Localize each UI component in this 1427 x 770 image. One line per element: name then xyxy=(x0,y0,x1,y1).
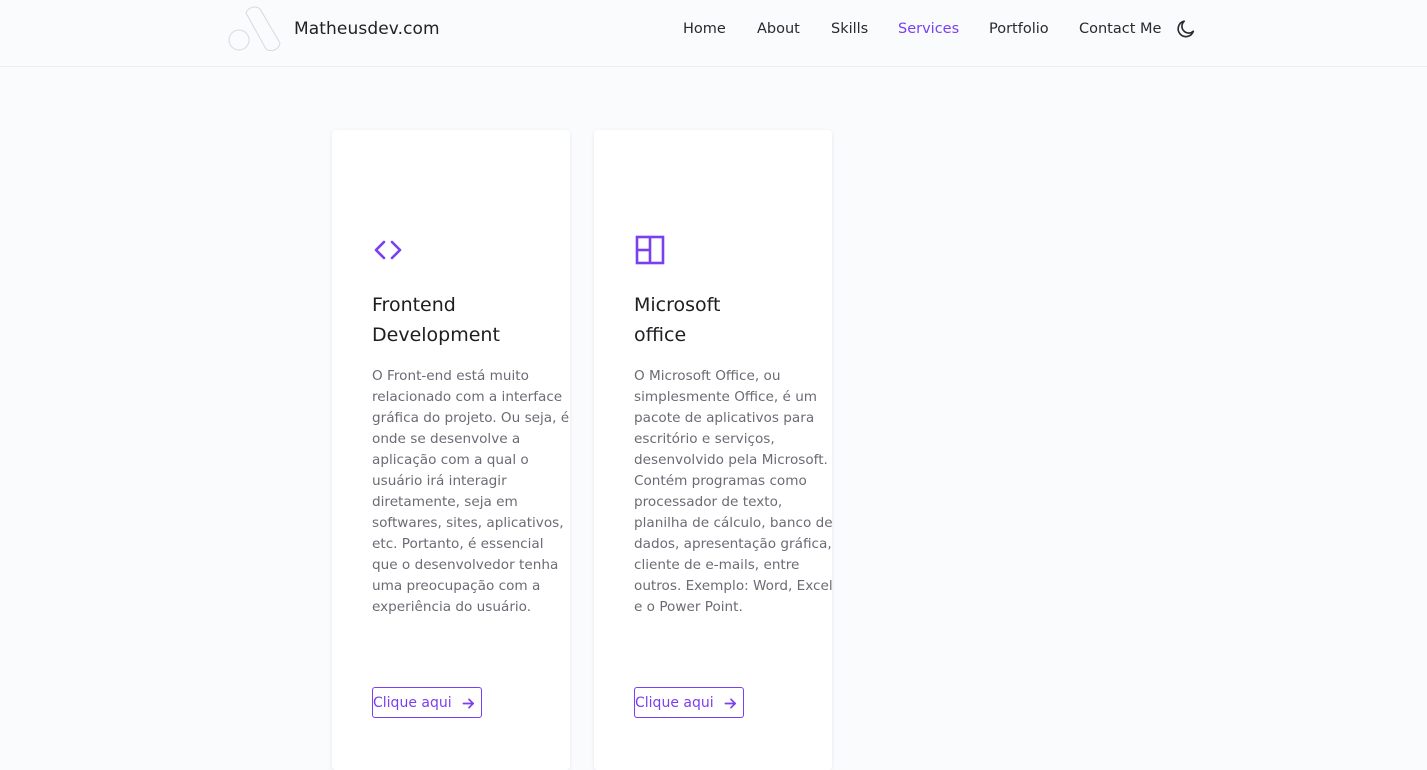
nav-about[interactable]: About xyxy=(757,21,800,37)
button-label: Clique aqui xyxy=(635,694,714,711)
button-label: Clique aqui xyxy=(373,694,452,711)
card-title-line1: Microsoft xyxy=(634,294,721,316)
card-title-line2: office xyxy=(634,324,687,346)
brand-name[interactable]: Matheusdev.com xyxy=(294,19,440,39)
card-title-line1: Frontend xyxy=(372,294,456,316)
card-description: O Microsoft Office, ou simplesmente Offi… xyxy=(634,368,833,615)
nav-home[interactable]: Home xyxy=(683,21,726,37)
nav-services[interactable]: Services xyxy=(898,21,959,37)
nav-portfolio[interactable]: Portfolio xyxy=(989,21,1049,37)
service-card-office: Microsoft office O Microsoft Office, ou … xyxy=(594,130,834,770)
nav-skills[interactable]: Skills xyxy=(831,21,868,37)
card-description: O Front-end está muito relacionado com a… xyxy=(372,368,570,615)
card-title-line2: Development xyxy=(372,324,500,346)
code-icon xyxy=(374,240,402,260)
arrow-right-icon xyxy=(724,698,736,709)
site-header: Matheusdev.com Home About Skills Service… xyxy=(0,0,1427,67)
arrow-right-icon xyxy=(462,698,474,709)
layout-icon xyxy=(635,235,665,265)
card-title: Microsoft office xyxy=(634,290,834,350)
click-here-button[interactable]: Clique aqui xyxy=(634,687,744,718)
service-card-frontend: Frontend Development O Front-end está mu… xyxy=(332,130,570,770)
card-title: Frontend Development xyxy=(372,290,572,350)
click-here-button[interactable]: Clique aqui xyxy=(372,687,482,718)
nav-contact[interactable]: Contact Me xyxy=(1079,21,1161,37)
logo-icon[interactable] xyxy=(228,5,282,51)
moon-icon[interactable] xyxy=(1175,18,1197,40)
